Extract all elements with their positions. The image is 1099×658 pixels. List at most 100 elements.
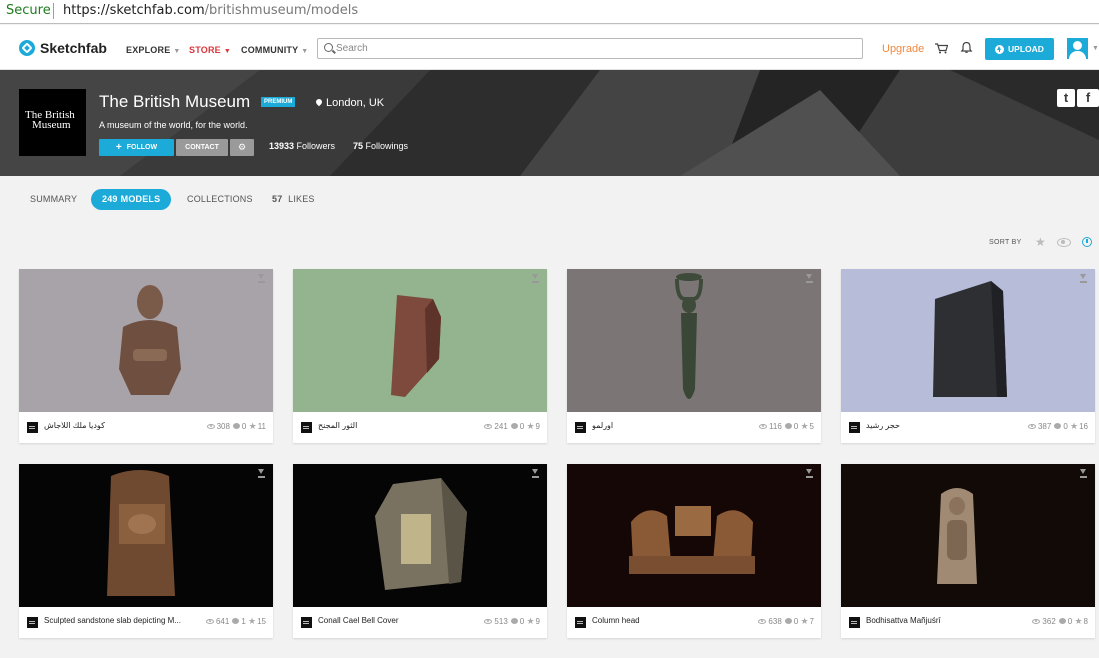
views-icon bbox=[759, 424, 768, 429]
model-thumbnail[interactable] bbox=[841, 269, 1095, 412]
model-thumbnail[interactable] bbox=[567, 269, 821, 412]
nav-community[interactable]: COMMUNITY ▼ bbox=[241, 45, 308, 55]
sketchfab-logo[interactable]: Sketchfab bbox=[19, 39, 107, 57]
followers-count[interactable]: 13933 Followers bbox=[269, 141, 335, 151]
model-title[interactable]: Conall Cael Bell Cover bbox=[318, 616, 468, 625]
download-icon[interactable] bbox=[805, 469, 814, 478]
notifications-bell-icon[interactable] bbox=[960, 41, 973, 54]
comments-count: 0 bbox=[1067, 617, 1073, 626]
search-input[interactable] bbox=[336, 40, 856, 57]
tab-models[interactable]: 249 MODELS bbox=[91, 189, 172, 210]
model-title[interactable]: الثور المجنح bbox=[318, 421, 468, 430]
download-icon[interactable] bbox=[257, 274, 266, 283]
likes-star-icon: ★ bbox=[800, 421, 809, 431]
likes-count: 7 bbox=[809, 617, 814, 626]
model-card[interactable]: الثور المجنح 241 0 ★9 bbox=[293, 269, 547, 443]
tab-likes[interactable]: 57 LIKES bbox=[272, 189, 315, 210]
gudea-statue-image bbox=[19, 269, 273, 412]
tab-summary[interactable]: SUMMARY bbox=[30, 189, 77, 210]
sort-by-likes-star-icon[interactable]: ★ bbox=[1035, 235, 1046, 249]
download-icon[interactable] bbox=[257, 469, 266, 478]
upgrade-link[interactable]: Upgrade bbox=[882, 43, 924, 55]
owner-logo[interactable] bbox=[301, 422, 312, 433]
model-card[interactable]: Column head 638 0 ★7 bbox=[567, 464, 821, 638]
owner-logo[interactable] bbox=[301, 617, 312, 628]
model-thumbnail[interactable] bbox=[19, 464, 273, 607]
views-icon bbox=[758, 619, 767, 624]
model-stats: 362 0 ★8 bbox=[1032, 616, 1088, 627]
owner-logo[interactable] bbox=[849, 617, 860, 628]
download-icon[interactable] bbox=[531, 274, 540, 283]
facebook-icon[interactable]: f bbox=[1077, 89, 1099, 107]
tab-collections[interactable]: COLLECTIONS bbox=[187, 189, 253, 210]
model-card[interactable]: اورلمو 116 0 ★5 bbox=[567, 269, 821, 443]
model-card[interactable]: Conall Cael Bell Cover 513 0 ★9 bbox=[293, 464, 547, 638]
owner-logo[interactable] bbox=[849, 422, 860, 433]
browser-address-bar[interactable]: Secure https://sketchfab.com/britishmuse… bbox=[0, 0, 1099, 24]
comments-count: 0 bbox=[519, 422, 525, 431]
model-title[interactable]: Bodhisattva Mañjuśrī bbox=[866, 616, 1016, 625]
sort-by-views-eye-icon[interactable] bbox=[1057, 238, 1071, 247]
models-label: MODELS bbox=[120, 194, 161, 204]
download-icon[interactable] bbox=[531, 469, 540, 478]
model-stats: 241 0 ★9 bbox=[484, 421, 540, 432]
card-footer: Sculpted sandstone slab depicting M... 6… bbox=[19, 607, 273, 638]
owner-logo[interactable] bbox=[27, 617, 38, 628]
model-thumbnail[interactable] bbox=[293, 464, 547, 607]
upload-label: UPLOAD bbox=[1008, 44, 1044, 54]
followings-count[interactable]: 75 Followings bbox=[353, 141, 408, 151]
model-title[interactable]: كوديا ملك اللاجاش bbox=[44, 421, 194, 430]
model-title[interactable]: حجر رشيد bbox=[866, 421, 1016, 430]
follow-button[interactable]: + FOLLOW bbox=[99, 139, 174, 156]
model-title[interactable]: Column head bbox=[592, 616, 742, 625]
owner-logo[interactable] bbox=[575, 617, 586, 628]
model-thumbnail[interactable] bbox=[19, 269, 273, 412]
avatar-body bbox=[1069, 51, 1086, 59]
bronze-figure-image bbox=[567, 269, 821, 412]
brand-name: Sketchfab bbox=[40, 40, 107, 56]
model-thumbnail[interactable] bbox=[841, 464, 1095, 607]
sort-by-recent-clock-icon[interactable] bbox=[1082, 237, 1092, 247]
comments-count: 0 bbox=[241, 422, 247, 431]
chevron-down-icon[interactable]: ▼ bbox=[1092, 45, 1099, 52]
avatar-head bbox=[1073, 41, 1082, 50]
likes-star-icon: ★ bbox=[1070, 421, 1079, 431]
settings-gear-button[interactable]: ⚙ bbox=[230, 139, 254, 156]
comments-icon bbox=[510, 618, 518, 624]
museum-logo[interactable]: The British Museum bbox=[19, 89, 86, 156]
model-title[interactable]: Sculpted sandstone slab depicting M... bbox=[44, 616, 194, 625]
model-card[interactable]: Bodhisattva Mañjuśrī 362 0 ★8 bbox=[841, 464, 1095, 638]
views-count: 387 bbox=[1037, 422, 1052, 431]
likes-count: 15 bbox=[257, 617, 266, 626]
sandstone-slab-image bbox=[19, 464, 273, 607]
nav-store[interactable]: STORE ▼ bbox=[189, 45, 231, 55]
likes-count: 8 bbox=[1083, 617, 1088, 626]
cart-icon[interactable] bbox=[935, 43, 948, 54]
url-text[interactable]: https://sketchfab.com/britishmuseum/mode… bbox=[63, 0, 358, 22]
upload-button[interactable]: UPLOAD bbox=[985, 38, 1054, 60]
owner-logo[interactable] bbox=[575, 422, 586, 433]
model-card[interactable]: حجر رشيد 387 0 ★16 bbox=[841, 269, 1095, 443]
bell-cover-image bbox=[293, 464, 547, 607]
model-thumbnail[interactable] bbox=[293, 269, 547, 412]
model-title[interactable]: اورلمو bbox=[592, 421, 742, 430]
model-card[interactable]: كوديا ملك اللاجاش 308 0 ★11 bbox=[19, 269, 273, 443]
views-count: 641 bbox=[215, 617, 230, 626]
contact-button[interactable]: CONTACT bbox=[176, 139, 228, 156]
download-icon[interactable] bbox=[805, 274, 814, 283]
comments-icon bbox=[232, 618, 240, 624]
url-host: https://sketchfab.com bbox=[63, 3, 205, 18]
model-thumbnail[interactable] bbox=[567, 464, 821, 607]
download-icon[interactable] bbox=[1079, 274, 1088, 283]
nav-explore[interactable]: EXPLORE ▼ bbox=[126, 45, 181, 55]
user-avatar[interactable] bbox=[1067, 38, 1088, 59]
winged-bull-image bbox=[293, 269, 547, 412]
download-icon[interactable] bbox=[1079, 469, 1088, 478]
owner-logo[interactable] bbox=[27, 422, 38, 433]
twitter-icon[interactable]: t bbox=[1057, 89, 1075, 107]
secure-indicator[interactable]: Secure bbox=[6, 0, 51, 22]
model-card[interactable]: Sculpted sandstone slab depicting M... 6… bbox=[19, 464, 273, 638]
profile-location: London, UK bbox=[314, 97, 384, 109]
comments-count: 0 bbox=[793, 422, 799, 431]
comments-icon bbox=[232, 423, 240, 429]
